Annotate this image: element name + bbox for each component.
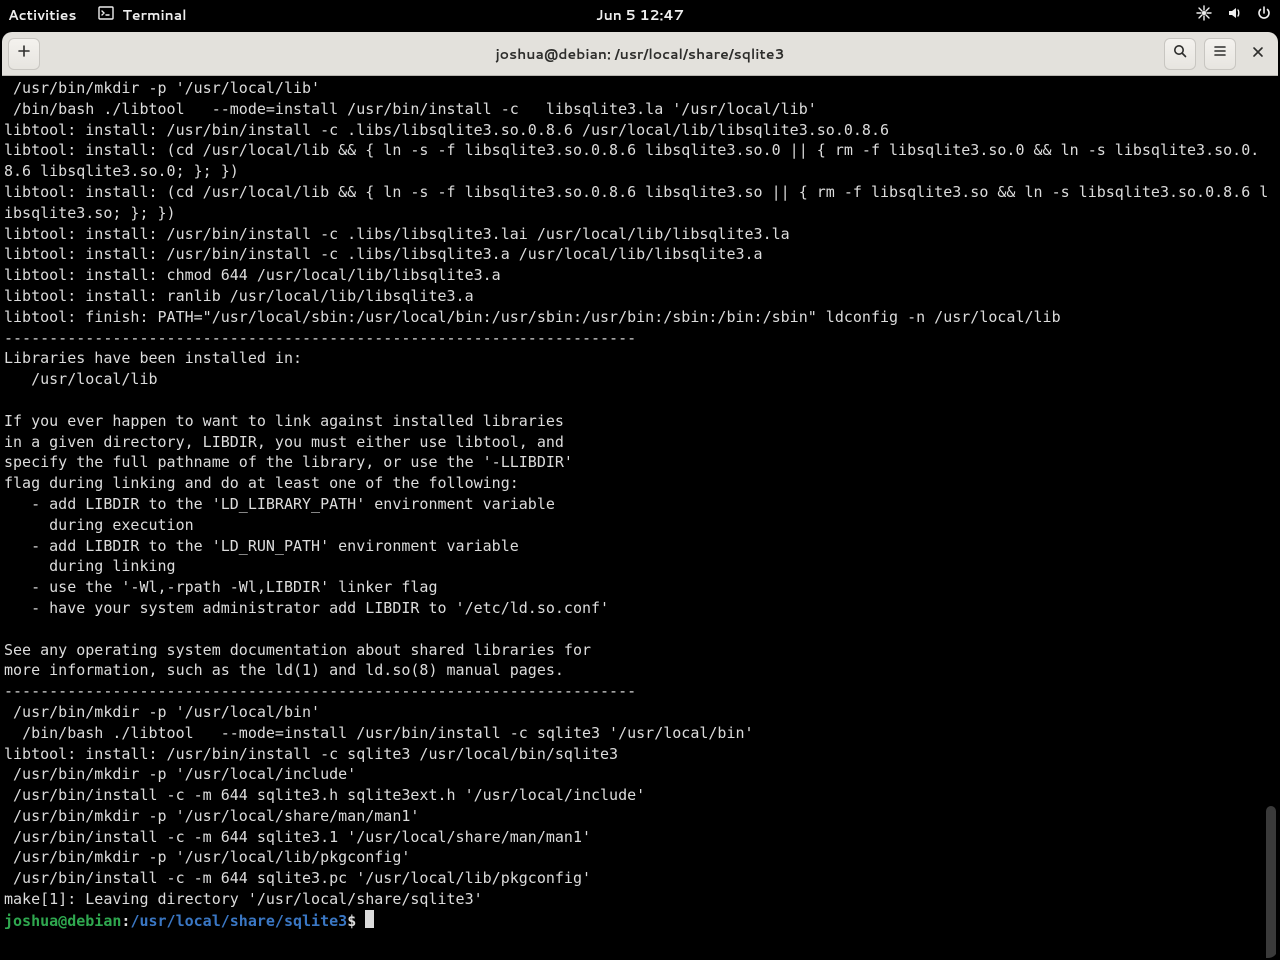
- terminal-cursor: [365, 910, 374, 928]
- prompt-user: joshua@debian: [4, 912, 121, 930]
- terminal-icon: [98, 5, 114, 26]
- new-tab-button[interactable]: [8, 38, 40, 70]
- prompt-symbol: $: [347, 912, 356, 930]
- network-icon[interactable]: [1196, 5, 1212, 26]
- scrollbar-thumb[interactable]: [1266, 806, 1276, 958]
- clock[interactable]: Jun 5 12:47: [596, 5, 684, 25]
- terminal-viewport[interactable]: /usr/bin/mkdir -p '/usr/local/lib' /bin/…: [2, 76, 1278, 958]
- search-icon: [1172, 42, 1188, 65]
- headerbar: joshua@debian: /usr/local/share/sqlite3: [2, 32, 1278, 76]
- close-icon: [1251, 42, 1265, 65]
- window-title: joshua@debian: /usr/local/share/sqlite3: [496, 44, 785, 64]
- app-indicator[interactable]: Terminal: [98, 5, 186, 26]
- hamburger-icon: [1212, 42, 1228, 65]
- search-button[interactable]: [1164, 38, 1196, 70]
- prompt-path: /usr/local/share/sqlite3: [130, 912, 347, 930]
- power-icon[interactable]: [1256, 5, 1272, 26]
- activities-button[interactable]: Activities: [8, 5, 76, 25]
- terminal-output: /usr/bin/mkdir -p '/usr/local/lib' /bin/…: [4, 79, 1268, 908]
- terminal-window: joshua@debian: /usr/local/share/sqlite3 …: [2, 32, 1278, 958]
- menu-button[interactable]: [1204, 38, 1236, 70]
- plus-icon: [16, 42, 32, 65]
- gnome-topbar: Activities Terminal Jun 5 12:47: [0, 0, 1280, 30]
- volume-icon[interactable]: [1226, 5, 1242, 26]
- close-button[interactable]: [1244, 40, 1272, 68]
- app-label: Terminal: [122, 5, 186, 25]
